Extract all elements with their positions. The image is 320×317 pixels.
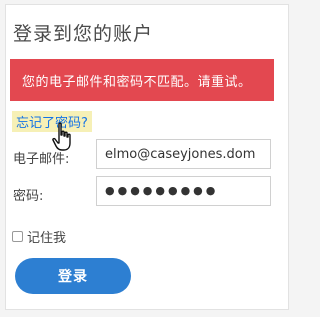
error-banner: 您的电子邮件和密码不匹配。请重试。 [10, 59, 274, 101]
password-field[interactable]: ●●●●●●●●● [96, 176, 271, 206]
remember-me[interactable]: 记住我 [12, 227, 66, 246]
remember-label: 记住我 [27, 231, 67, 246]
password-label: 密码: [13, 189, 44, 204]
page-title: 登录到您的账户 [13, 23, 154, 45]
email-field[interactable] [96, 139, 271, 169]
remember-checkbox[interactable] [12, 231, 23, 242]
email-label: 电子邮件: [13, 152, 70, 167]
login-button[interactable]: 登录 [15, 258, 131, 294]
